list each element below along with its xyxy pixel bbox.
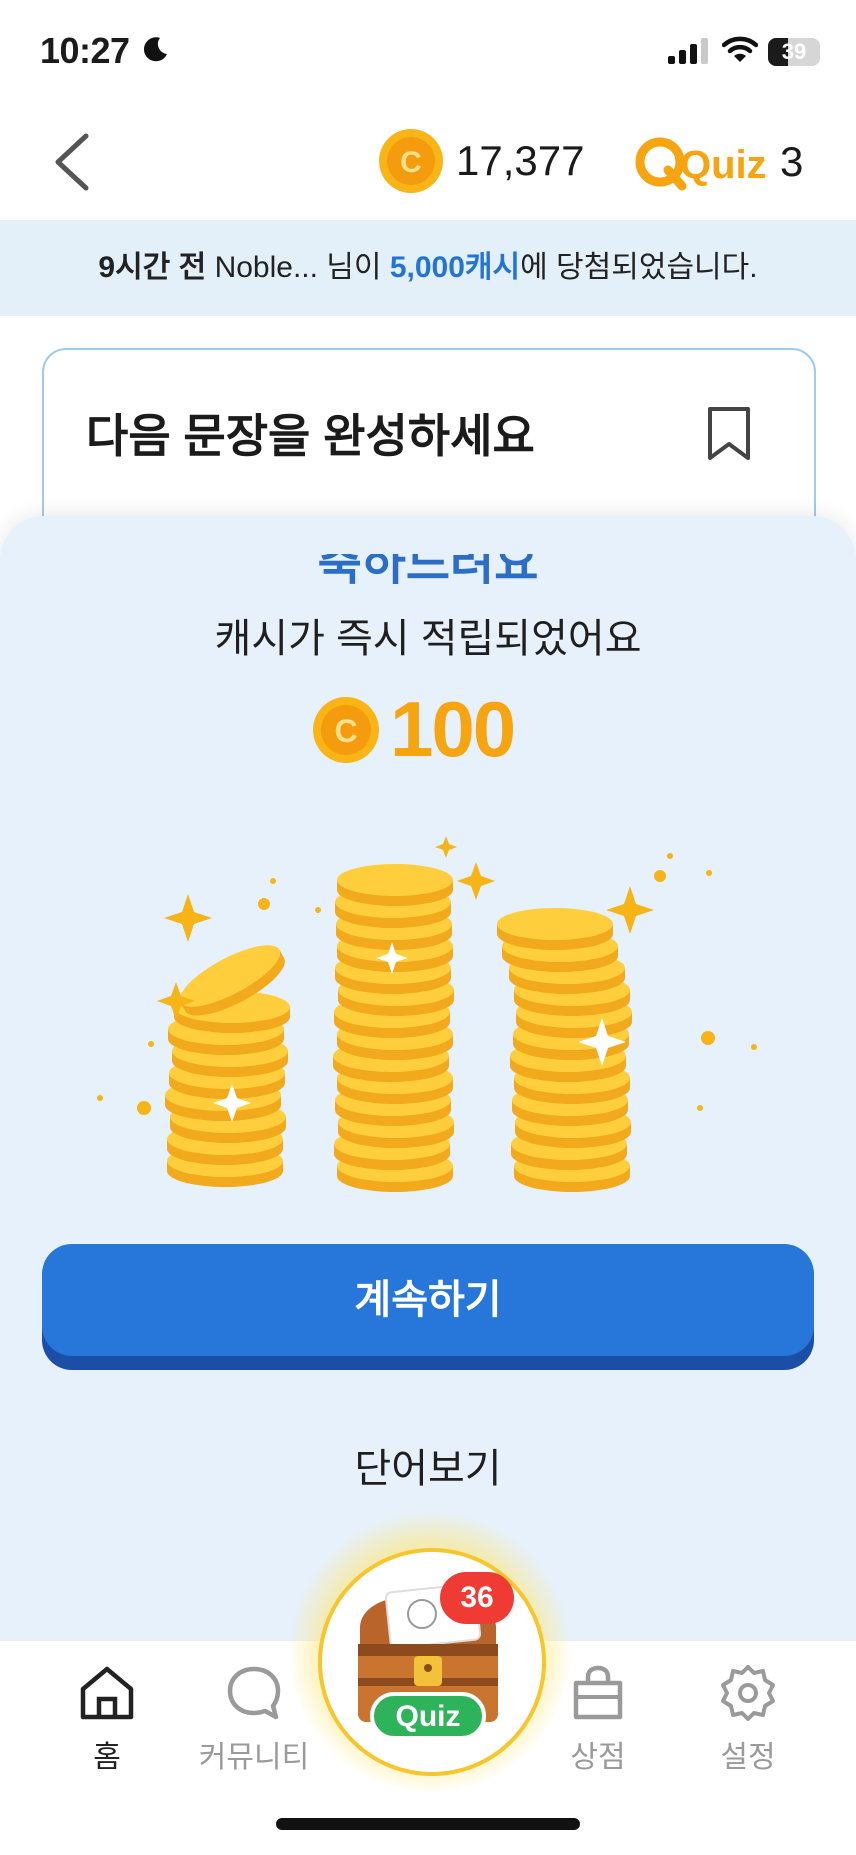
home-indicator bbox=[276, 1818, 580, 1830]
quiz-chest-button[interactable]: Quiz bbox=[318, 1548, 546, 1776]
notification-badge: 36 bbox=[440, 1572, 514, 1624]
reward-amount-value: 100 bbox=[390, 685, 516, 773]
quiz-logo-text: Quiz bbox=[680, 143, 767, 187]
tab-community-label: 커뮤니티 bbox=[198, 1741, 310, 1774]
quiz-tickets[interactable]: Quiz 3 bbox=[634, 130, 803, 194]
moon-icon bbox=[143, 37, 167, 62]
coin-icon: C bbox=[313, 696, 379, 763]
quiz-card-title: 다음 문장을 완성하세요 bbox=[86, 410, 535, 462]
bookmark-icon[interactable] bbox=[706, 406, 752, 462]
coin-icon: C bbox=[379, 129, 443, 193]
ticker-amount: 5,000캐시 bbox=[389, 251, 521, 284]
status-bar: 10:27 39 bbox=[0, 0, 856, 100]
tab-settings[interactable]: 설정 bbox=[688, 1663, 808, 1776]
ticker-mid: 님이 bbox=[317, 251, 390, 284]
quiz-logo-icon: Quiz bbox=[635, 137, 767, 191]
chat-bubble-icon bbox=[227, 1666, 281, 1720]
quiz-ticket-count: 3 bbox=[780, 138, 804, 185]
continue-button[interactable]: 계속하기 bbox=[42, 1244, 814, 1356]
status-time: 10:27 bbox=[40, 30, 130, 71]
wifi-icon bbox=[722, 36, 758, 62]
tab-settings-label: 설정 bbox=[720, 1741, 776, 1774]
tab-home-label: 홈 bbox=[93, 1741, 121, 1774]
back-arrow-icon[interactable] bbox=[52, 132, 92, 192]
svg-text:C: C bbox=[334, 713, 357, 749]
coin-balance-value: 17,377 bbox=[456, 137, 585, 184]
reward-message: 캐시가 즉시 적립되었어요 bbox=[214, 617, 642, 661]
reward-amount: C 100 bbox=[312, 684, 516, 775]
ticker-user: Noble... bbox=[214, 251, 318, 284]
ticker-time: 9시간 전 bbox=[98, 251, 207, 284]
cellular-signal-icon bbox=[668, 38, 708, 64]
battery-indicator: 39 bbox=[768, 38, 820, 66]
tab-home[interactable]: 홈 bbox=[47, 1663, 167, 1776]
winner-ticker: 9시간 전 Noble... 님이 5,000캐시에 당첨되었습니다. bbox=[0, 220, 856, 316]
home-icon bbox=[80, 1666, 134, 1720]
sheet-ghost-title: 축하드려요 bbox=[317, 554, 539, 588]
view-words-link[interactable]: 단어보기 bbox=[0, 1436, 856, 1494]
ticker-tail: 에 당첨되었습니다. bbox=[520, 251, 758, 284]
gear-icon bbox=[721, 1665, 775, 1721]
tab-shop-label: 상점 bbox=[570, 1741, 626, 1774]
battery-percent: 39 bbox=[781, 39, 807, 64]
coin-stacks-illustration bbox=[97, 836, 757, 1192]
coin-balance[interactable]: C 17,377 bbox=[378, 128, 584, 194]
quiz-fab-label: Quiz bbox=[396, 1700, 461, 1733]
top-bar: C 17,377 Quiz 3 bbox=[0, 100, 856, 220]
svg-text:C: C bbox=[400, 146, 422, 179]
shopping-bag-icon bbox=[573, 1665, 623, 1720]
